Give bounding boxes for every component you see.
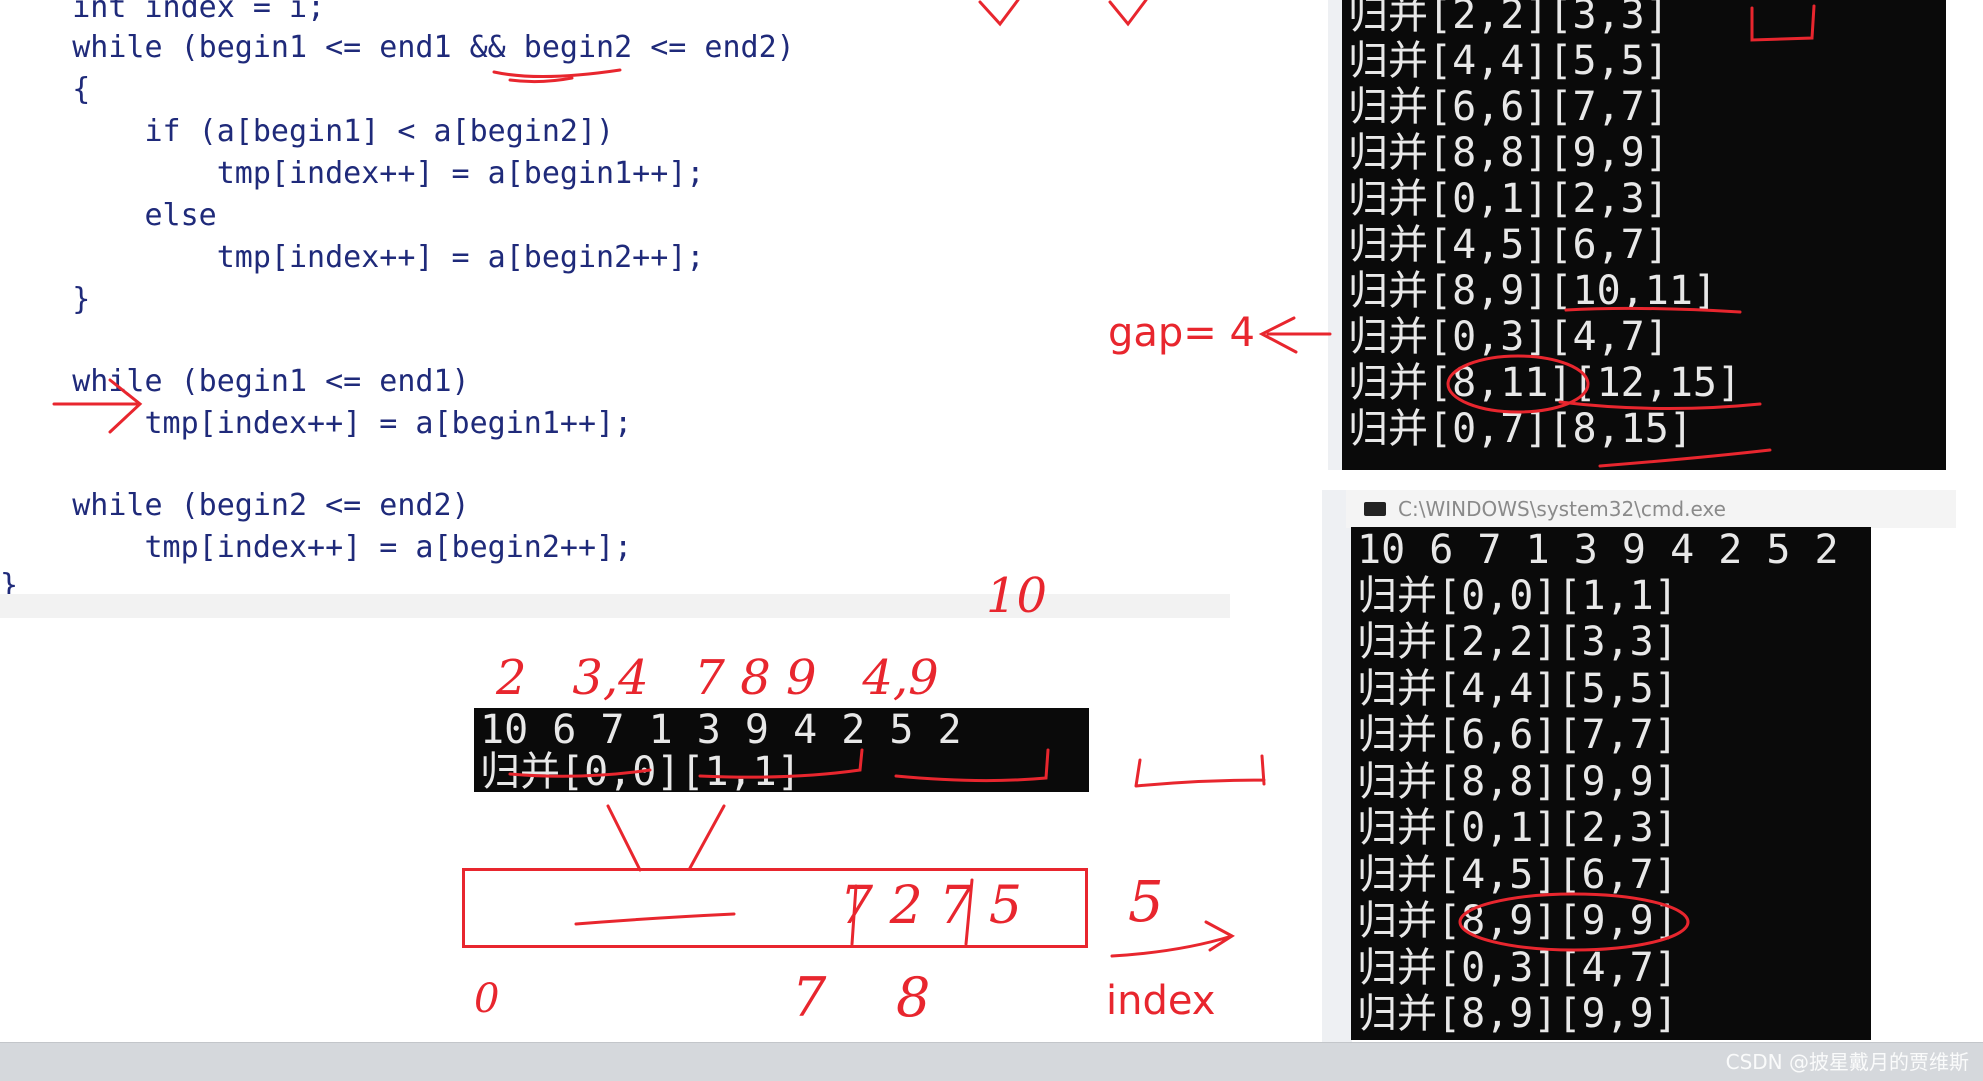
underline-mark — [492, 68, 622, 79]
underline-mark — [894, 748, 1050, 783]
circle-mark — [1446, 354, 1590, 414]
check-mark — [1108, 0, 1148, 27]
underline-mark — [574, 912, 736, 926]
watermark-text: CSDN @披星戴月的贾维斯 — [1725, 1050, 1969, 1074]
stroke-mark — [606, 804, 726, 872]
underline-mark — [698, 748, 864, 779]
check-mark — [978, 0, 1020, 27]
arrow-mark — [1258, 316, 1332, 354]
circle-mark — [1458, 892, 1690, 952]
underline-mark — [508, 768, 652, 778]
stroke-mark — [850, 878, 974, 946]
bracket-mark — [1750, 4, 1816, 42]
underline-mark — [1598, 448, 1772, 468]
underline-mark — [1564, 306, 1742, 314]
bottom-status-bar — [0, 1042, 1983, 1081]
annotation-strokes — [52, 0, 1816, 958]
arrow-mark — [52, 378, 143, 434]
underline-mark — [508, 76, 574, 84]
bracket-mark — [1134, 754, 1266, 788]
underline-mark — [1558, 400, 1762, 411]
arrow-mark — [1110, 920, 1235, 958]
